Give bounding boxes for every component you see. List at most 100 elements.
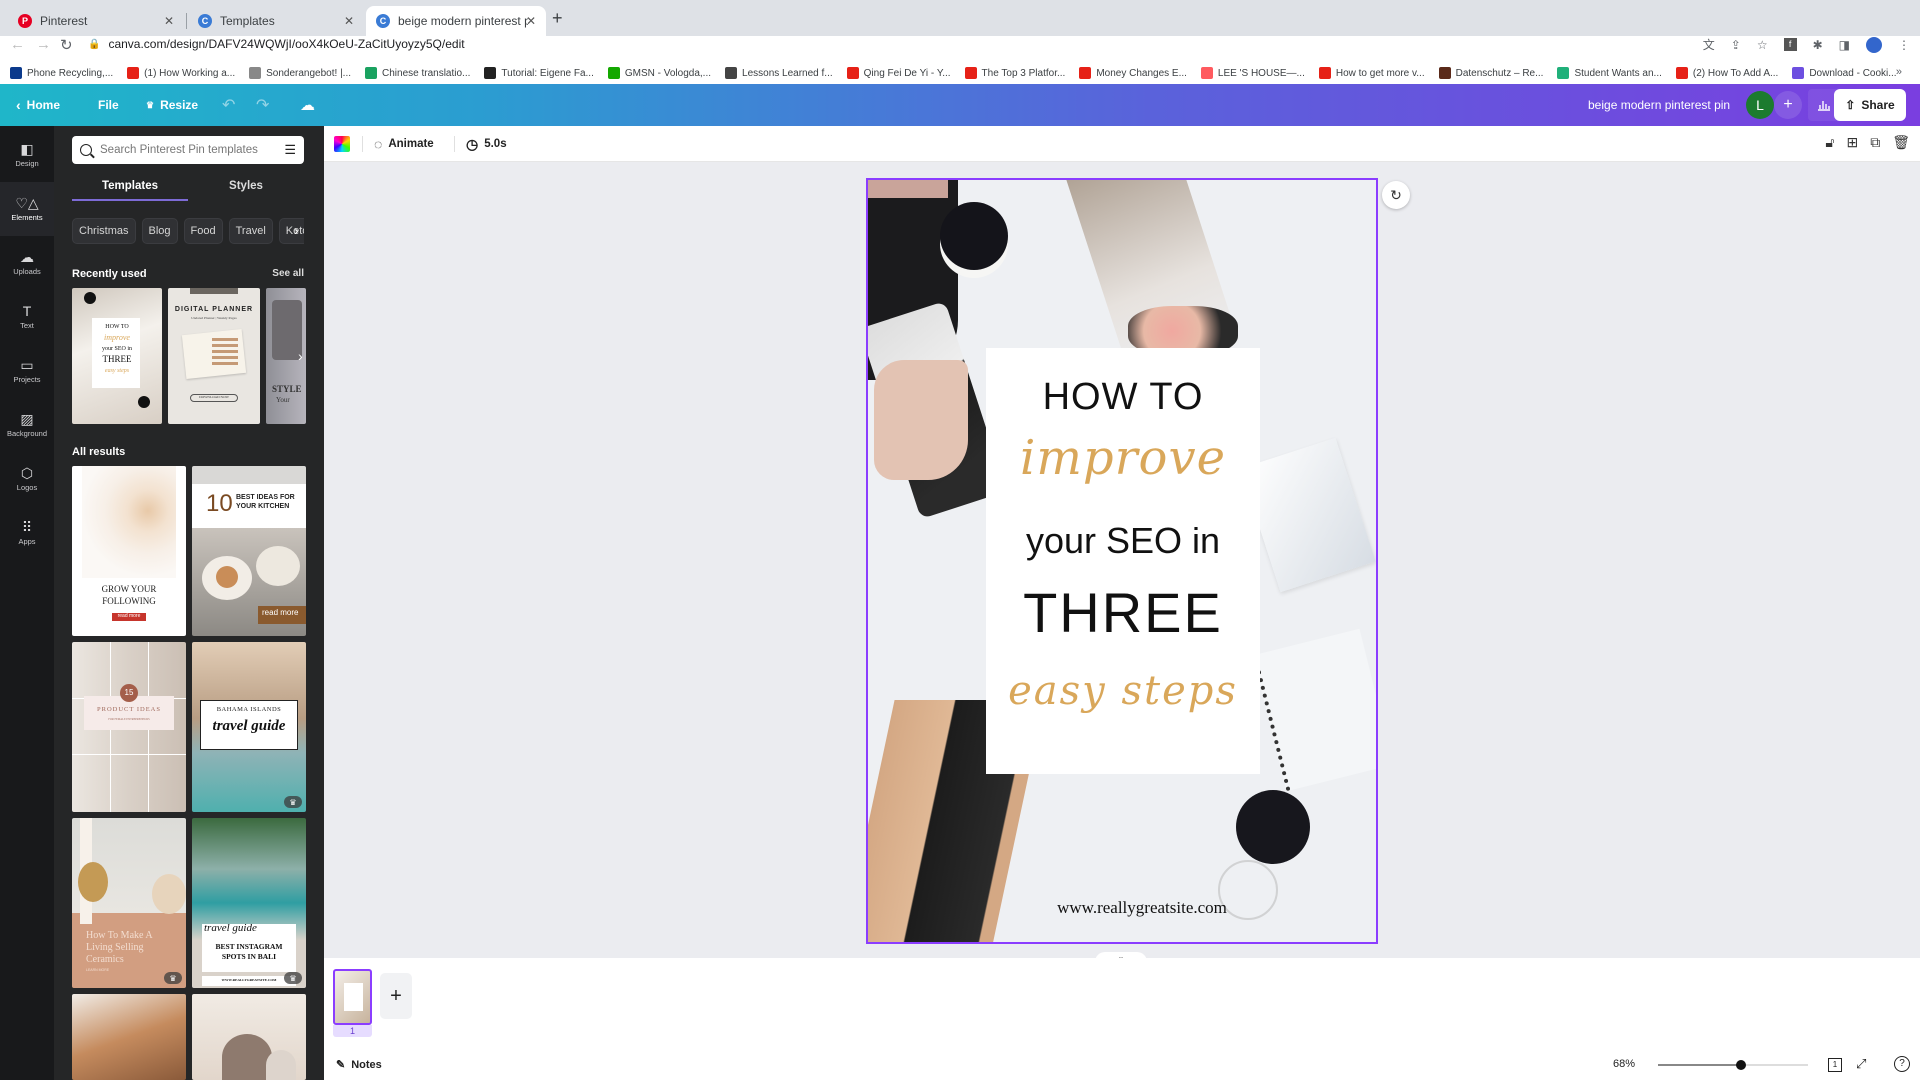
bookmark-item[interactable]: Phone Recycling,... — [10, 67, 113, 79]
bookmark-item[interactable]: LEE 'S HOUSE—... — [1200, 67, 1305, 79]
result-template[interactable]: 15 PRODUCT IDEAS FOR FEMALE ENTREPRENEUR… — [72, 642, 186, 812]
browser-tab-pinterest[interactable]: P Pinterest ✕ — [8, 6, 184, 36]
result-template[interactable]: GROW YOUR FOLLOWING read more — [72, 466, 186, 636]
browser-tab-design[interactable]: C beige modern pinterest pin - P ✕ — [366, 6, 546, 36]
bookmark-item[interactable]: The Top 3 Platfor... — [964, 67, 1065, 79]
bookmark-item[interactable]: (2) How To Add A... — [1675, 67, 1778, 79]
bookmark-item[interactable]: Sonderangebot! |... — [249, 67, 351, 79]
trash-icon[interactable]: 🗑︎ — [1892, 134, 1910, 151]
bookmark-item[interactable]: Lessons Learned f... — [725, 67, 833, 79]
tab-styles[interactable]: Styles — [188, 180, 304, 192]
help-icon[interactable]: ? — [1894, 1056, 1910, 1072]
more-bookmarks-icon[interactable]: » — [1896, 66, 1902, 78]
color-picker-button[interactable] — [334, 126, 350, 162]
add-page-button[interactable]: + — [380, 973, 412, 1019]
browser-tab-templates[interactable]: C Templates ✕ — [188, 6, 364, 36]
translate-icon[interactable]: 文 — [1703, 36, 1715, 53]
bookmark-item[interactable]: Student Wants an... — [1557, 67, 1662, 79]
category-chip[interactable]: Keto — [278, 218, 304, 244]
url-bar[interactable]: 🔒 canva.com/design/DAFV24WQWjI/ooX4kOeU-… — [88, 35, 1728, 53]
sidepanel-icon[interactable]: ◨ — [1839, 38, 1850, 52]
duration-button[interactable]: ◷ 5.0s — [466, 126, 507, 162]
zoom-slider[interactable] — [1658, 1060, 1808, 1070]
profile-avatar-icon[interactable] — [1866, 36, 1882, 53]
category-chip[interactable]: Travel — [228, 218, 273, 244]
category-chip[interactable]: Food — [183, 218, 223, 244]
rail-item-text[interactable]: T Text — [0, 290, 54, 344]
rail-item-logos[interactable]: ⬡ Logos — [0, 452, 54, 506]
cloud-saved-icon[interactable]: ☁ — [300, 84, 315, 126]
bookmark-item[interactable]: Tutorial: Eigene Fa... — [484, 67, 594, 79]
extensions-icon[interactable]: ✱ — [1813, 38, 1823, 52]
headline-improve[interactable]: improve — [986, 430, 1260, 486]
share-page-icon[interactable]: ⇪ — [1731, 38, 1741, 52]
bookmark-item[interactable]: Download - Cooki... — [1792, 67, 1897, 79]
category-chip[interactable]: Blog — [141, 218, 178, 244]
chevron-right-icon[interactable]: › — [294, 222, 299, 238]
recent-template[interactable]: DIGITAL PLANNER Undated Planner | Weekly… — [168, 288, 260, 424]
filter-sliders-icon[interactable]: ☰ — [284, 142, 296, 158]
design-canvas[interactable]: HOW TO improve your SEO in THREE easy st… — [866, 178, 1378, 944]
animate-button[interactable]: ◌ Animate — [374, 126, 434, 162]
bookmark-item[interactable]: Chinese translatio... — [365, 67, 470, 79]
result-template[interactable]: How To Make A Living Selling Ceramics LE… — [72, 818, 186, 988]
bookmark-item[interactable]: (1) How Working a... — [127, 67, 235, 79]
tab-templates[interactable]: Templates — [72, 180, 188, 201]
rail-item-elements[interactable]: ♡△ Elements — [0, 182, 54, 236]
chevron-right-icon[interactable]: › — [298, 348, 303, 364]
template-search-input[interactable]: Search Pinterest Pin templates ☰ — [72, 136, 304, 164]
close-tab-icon[interactable]: ✕ — [526, 14, 536, 28]
see-all-link[interactable]: See all — [272, 268, 304, 279]
new-tab-button[interactable]: + — [552, 8, 563, 29]
rail-item-projects[interactable]: ▭ Projects — [0, 344, 54, 398]
page-thumbnail[interactable] — [333, 969, 372, 1025]
zoom-percent[interactable]: 68% — [1613, 1058, 1635, 1070]
zoom-slider-handle[interactable] — [1735, 1060, 1746, 1070]
duplicate-page-icon[interactable]: ⧉ — [1870, 134, 1880, 151]
bookmark-item[interactable]: How to get more v... — [1318, 67, 1425, 79]
rail-item-apps[interactable]: ⠿ Apps — [0, 506, 54, 560]
reload-icon[interactable]: ↻ — [60, 36, 73, 54]
bookmark-item[interactable]: Datenschutz – Re... — [1438, 67, 1543, 79]
close-tab-icon[interactable]: ✕ — [344, 14, 354, 28]
share-button[interactable]: ⇧ Share — [1834, 89, 1906, 121]
result-template[interactable]: BAHAMA ISLANDS travel guide ♛ — [192, 642, 306, 812]
bookmark-item[interactable]: GMSN - Vologda,... — [607, 67, 711, 79]
file-menu-button[interactable]: File — [98, 84, 119, 126]
website-url-text[interactable]: www.reallygreatsite.com — [868, 898, 1376, 918]
invite-button[interactable]: + — [1774, 91, 1802, 119]
result-template[interactable]: travel guide BEST INSTAGRAM SPOTS IN BAL… — [192, 818, 306, 988]
resize-button[interactable]: ♛ Resize — [146, 84, 198, 126]
refresh-comment-icon[interactable]: ↻ — [1382, 181, 1410, 209]
avatar[interactable]: L — [1746, 91, 1774, 119]
fullscreen-icon[interactable]: ⤢ — [1856, 1056, 1866, 1072]
category-chip[interactable]: Christmas — [72, 218, 136, 244]
redo-icon[interactable]: ↷ — [256, 84, 269, 126]
rail-item-background[interactable]: ▨ Background — [0, 398, 54, 452]
recent-template[interactable]: HOW TO improve your SEO in THREE easy st… — [72, 288, 162, 424]
notes-button[interactable]: ✎ Notes — [336, 1058, 382, 1072]
design-title[interactable]: beige modern pinterest pin — [1588, 84, 1730, 126]
back-icon[interactable]: ← — [10, 36, 25, 53]
add-page-icon[interactable]: ⊞ — [1846, 134, 1858, 151]
forward-icon[interactable]: → — [36, 36, 51, 53]
headline-three[interactable]: THREE — [986, 580, 1260, 645]
title-card[interactable]: HOW TO improve your SEO in THREE easy st… — [986, 348, 1260, 774]
bookmark-item[interactable]: Qing Fei De Yi - Y... — [846, 67, 951, 79]
result-template[interactable]: 10 BEST IDEAS FOR YOUR KITCHEN read more — [192, 466, 306, 636]
facebook-extension-icon[interactable]: f — [1783, 38, 1797, 51]
menu-kebab-icon[interactable]: ⋮ — [1898, 38, 1910, 52]
headline-your-seo[interactable]: your SEO in — [986, 520, 1260, 562]
bookmark-item[interactable]: Money Changes E... — [1079, 67, 1187, 79]
lock-page-icon[interactable]: 🔓︎ — [1825, 134, 1834, 151]
home-button[interactable]: ‹ Home — [16, 84, 60, 126]
page-count-icon[interactable]: 1 — [1828, 1058, 1842, 1072]
headline-easy-steps[interactable]: easy steps — [986, 668, 1260, 714]
rail-item-uploads[interactable]: ☁ Uploads — [0, 236, 54, 290]
result-template[interactable] — [72, 994, 186, 1080]
headline-how-to[interactable]: HOW TO — [986, 376, 1260, 419]
bookmark-star-icon[interactable]: ☆ — [1757, 38, 1768, 52]
rail-item-design[interactable]: ◧ Design — [0, 128, 54, 182]
close-tab-icon[interactable]: ✕ — [164, 14, 174, 28]
result-template[interactable] — [192, 994, 306, 1080]
